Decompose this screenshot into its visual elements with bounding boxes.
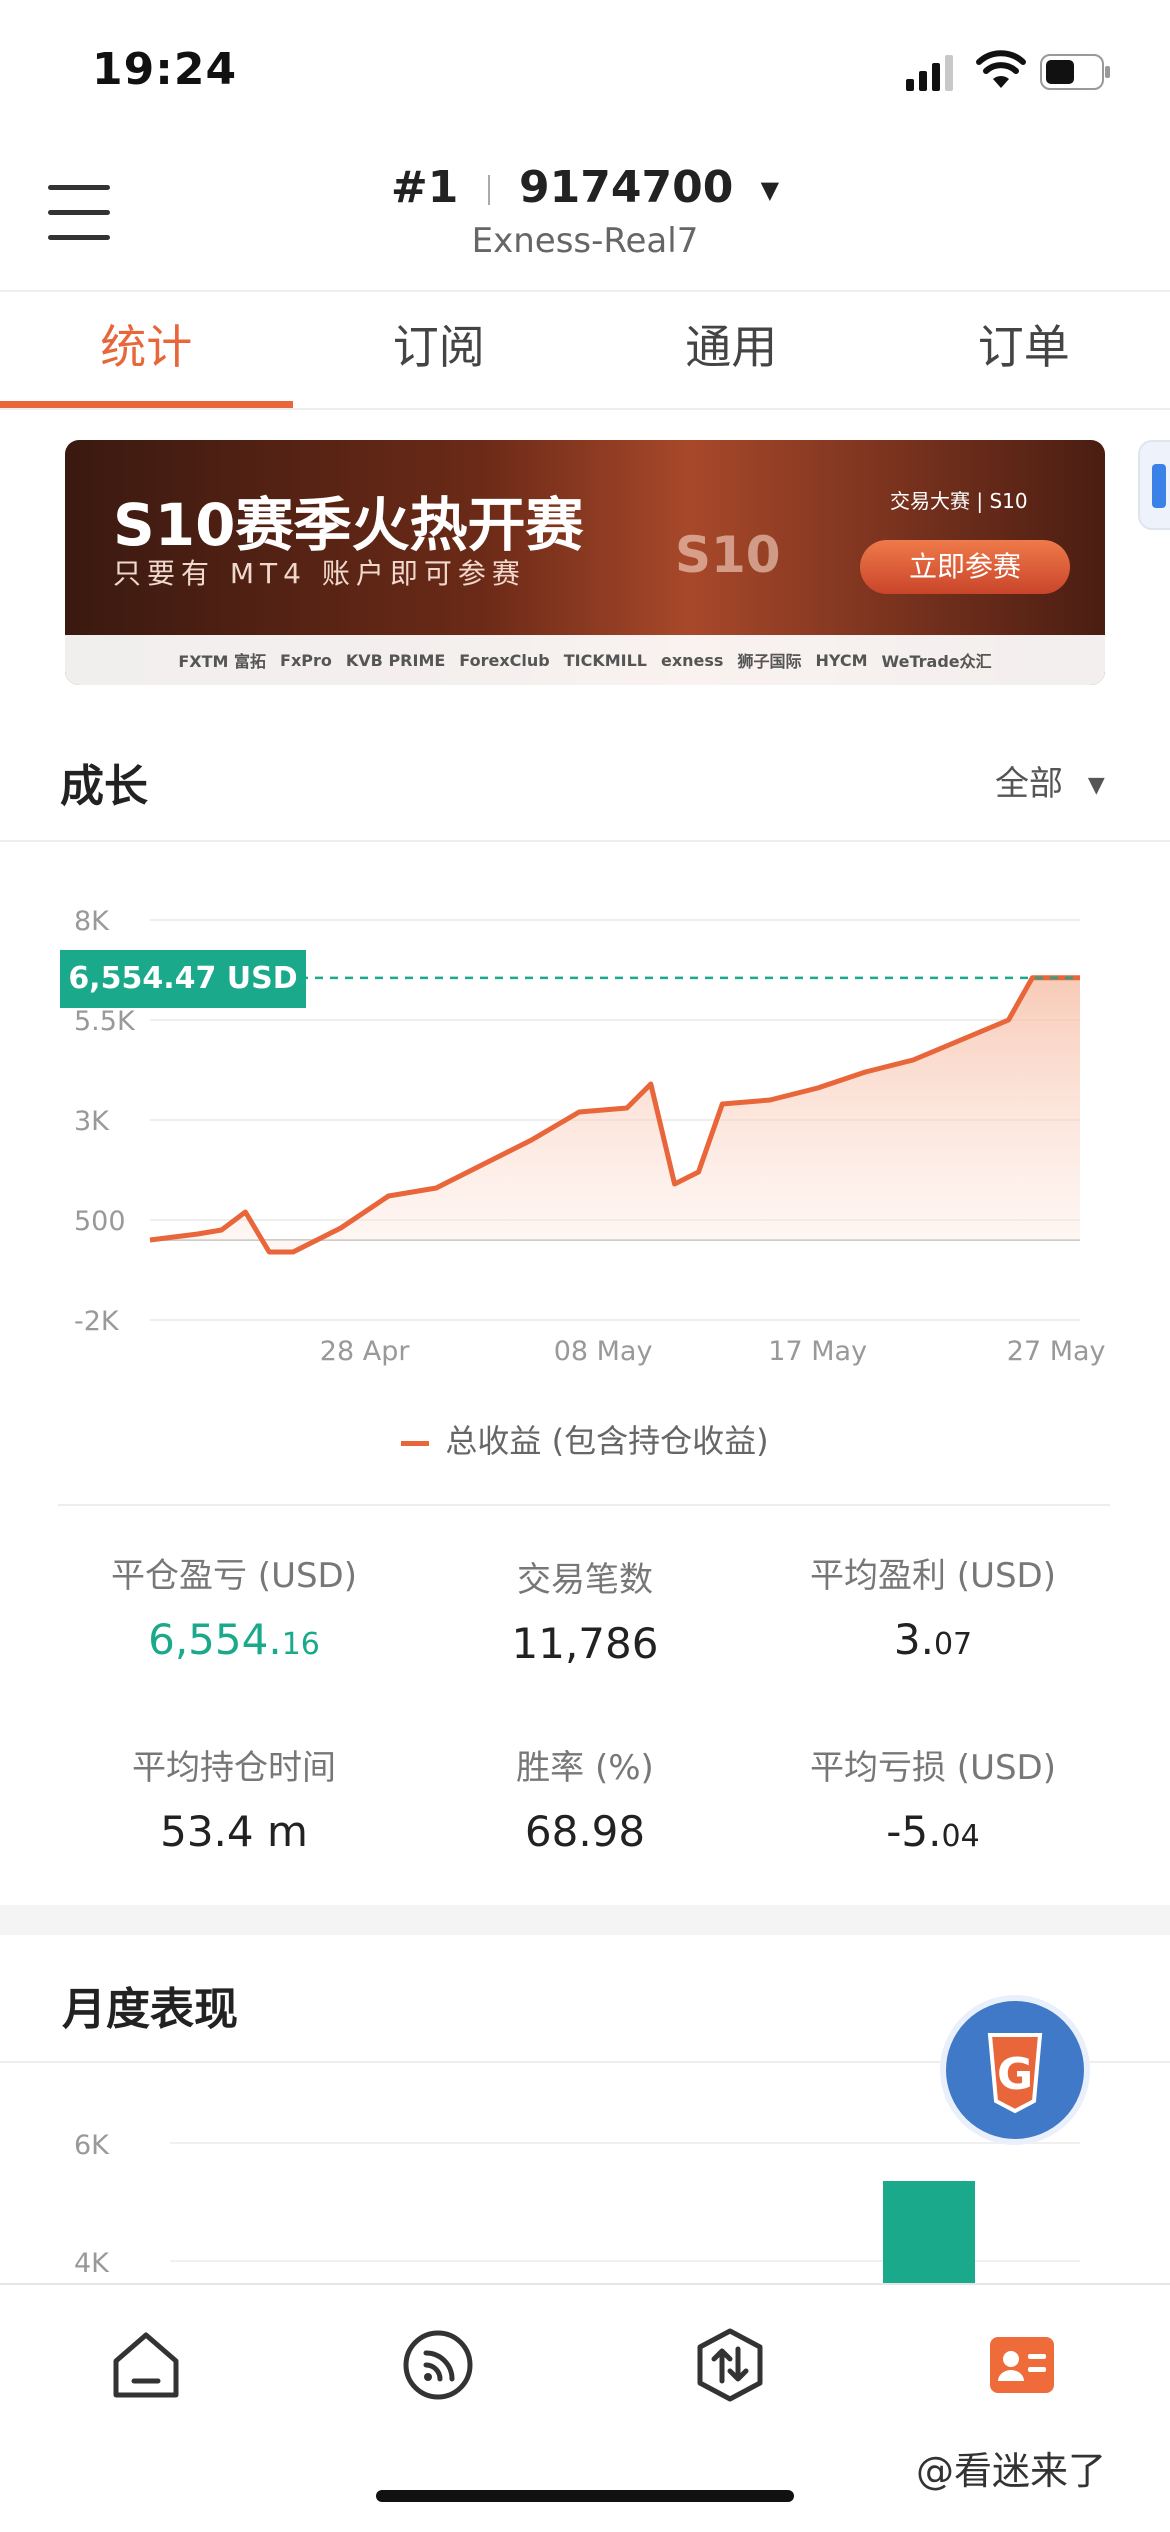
stat-value: 3.07	[893, 1615, 973, 1664]
join-contest-button[interactable]: 立即参赛	[860, 540, 1070, 594]
sponsor-logo: FxPro	[280, 650, 332, 670]
growth-chart-svg: 8K 5.5K 3K 500 -2K 28 Apr 08 May 17 May 27 May	[74, 906, 1106, 1367]
monthly-bar	[883, 2181, 975, 2283]
watermark: @看迷来了	[916, 2449, 1107, 2493]
sponsor-logo: 狮子国际	[737, 652, 802, 671]
stat-avg-loss: 平均亏损 (USD) -5.04	[753, 1740, 1113, 1856]
caret-down-icon: ▼	[760, 176, 780, 204]
status-bar: 19:24	[0, 0, 1170, 150]
y-tick-label: 500	[74, 1206, 126, 1237]
x-tick-label: 17 May	[768, 1336, 867, 1367]
stat-value: 68.98	[524, 1807, 646, 1856]
stat-win-rate: 胜率 (%) 68.98	[405, 1740, 765, 1856]
floating-g-button[interactable]: G	[940, 1995, 1090, 2145]
growth-filter-dropdown[interactable]: 全部 ▼	[995, 756, 1105, 805]
account-rank: #1	[390, 162, 459, 213]
current-equity-badge: 6,554.47 USD	[60, 950, 306, 1008]
stat-avg-hold-time: 平均持仓时间 53.4 m	[54, 1740, 414, 1856]
y-tick-label: 3K	[74, 1106, 110, 1137]
stat-trade-count: 交易笔数 11,786	[405, 1552, 765, 1668]
stat-value: 11,786	[511, 1619, 659, 1668]
series-area	[150, 977, 1080, 1252]
banner-title: S10赛季火热开赛	[113, 491, 584, 559]
monthly-title: 月度表现	[62, 1984, 238, 2035]
sponsor-logo: TICKMILL	[563, 650, 647, 670]
monthly-y-tick: 4K	[74, 2248, 110, 2279]
wifi-icon	[976, 50, 1026, 88]
divider	[487, 175, 490, 205]
profile-card-icon[interactable]	[984, 2327, 1060, 2403]
section-spacer	[0, 1905, 1170, 1935]
legend-swatch	[401, 1440, 430, 1446]
stat-label: 平仓盈亏 (USD)	[111, 1556, 357, 1596]
sponsor-logo: HYCM	[815, 650, 868, 670]
stat-avg-profit: 平均盈利 (USD) 3.07	[753, 1548, 1113, 1664]
y-tick-label: 8K	[74, 906, 110, 937]
monthly-y-tick: 6K	[74, 2130, 110, 2161]
stat-value: 6,554.16	[148, 1615, 320, 1664]
battery-icon	[1040, 54, 1110, 90]
account-selector[interactable]: #1 9174700 ▼ Exness-Real7	[0, 162, 1170, 261]
banner-subtitle: 只要有 MT4 账户即可参赛	[113, 557, 526, 590]
stat-value: 53.4 m	[160, 1807, 308, 1856]
y-tick-label: 5.5K	[74, 1006, 136, 1037]
account-number: 9174700	[519, 162, 734, 213]
status-time: 19:24	[92, 44, 238, 95]
account-server: Exness-Real7	[471, 221, 699, 261]
banner-season-mark: S10	[675, 526, 781, 584]
stat-label: 平均盈利 (USD)	[810, 1556, 1056, 1596]
stat-value: -5.04	[886, 1807, 980, 1856]
tab-stats[interactable]: 统计	[0, 292, 293, 408]
home-icon[interactable]	[108, 2327, 184, 2403]
stat-label: 交易笔数	[517, 1560, 653, 1600]
y-tick-label: -2K	[74, 1306, 120, 1337]
sponsor-logo: exness	[660, 650, 724, 670]
stat-label: 平均持仓时间	[132, 1748, 336, 1788]
tab-bar: 统计 订阅 通用 订单	[0, 290, 1170, 410]
svg-text:G: G	[997, 2049, 1033, 2100]
sponsor-logos: FXTM 富拓 FxPro KVB PRIME ForexClub TICKMI…	[65, 635, 1105, 685]
g-badge-icon: G	[987, 2033, 1043, 2114]
growth-title: 成长	[60, 761, 148, 812]
x-tick-label: 27 May	[1007, 1336, 1106, 1367]
divider	[58, 1504, 1110, 1506]
x-tick-label: 28 Apr	[320, 1336, 411, 1367]
sponsor-logo: WeTrade众汇	[881, 652, 992, 671]
legend-label: 总收益 (包含持仓收益)	[445, 1422, 769, 1460]
growth-chart: 8K 5.5K 3K 500 -2K 28 Apr 08 May 17 May 27 May	[0, 860, 1170, 1390]
sponsor-logo: KVB PRIME	[345, 650, 446, 670]
tab-subscribe[interactable]: 订阅	[293, 292, 586, 408]
cellular-signal-icon	[906, 55, 953, 91]
promo-banner[interactable]: S10赛季火热开赛 只要有 MT4 账户即可参赛 S10 交易大赛 | S10 …	[65, 440, 1105, 685]
sponsor-logo: ForexClub	[459, 650, 550, 670]
stat-closed-pnl: 平仓盈亏 (USD) 6,554.16	[54, 1548, 414, 1664]
home-indicator[interactable]	[376, 2490, 794, 2502]
tab-general[interactable]: 通用	[585, 292, 878, 408]
caret-down-icon: ▼	[1087, 773, 1105, 798]
feed-icon[interactable]	[400, 2327, 476, 2403]
growth-section-header: 成长 全部 ▼	[0, 730, 1170, 842]
tab-orders[interactable]: 订单	[878, 292, 1170, 408]
growth-filter-label: 全部	[995, 764, 1063, 804]
chart-legend[interactable]: 总收益 (包含持仓收益)	[0, 1416, 1170, 1462]
stat-label: 平均亏损 (USD)	[810, 1748, 1056, 1788]
x-tick-label: 08 May	[554, 1336, 653, 1367]
side-float-tab[interactable]	[1138, 440, 1170, 530]
stat-label: 胜率 (%)	[516, 1748, 654, 1788]
sponsor-logo: FXTM 富拓	[178, 652, 267, 671]
banner-brand: 交易大赛 | S10	[890, 489, 1028, 513]
trade-icon[interactable]	[692, 2327, 768, 2403]
